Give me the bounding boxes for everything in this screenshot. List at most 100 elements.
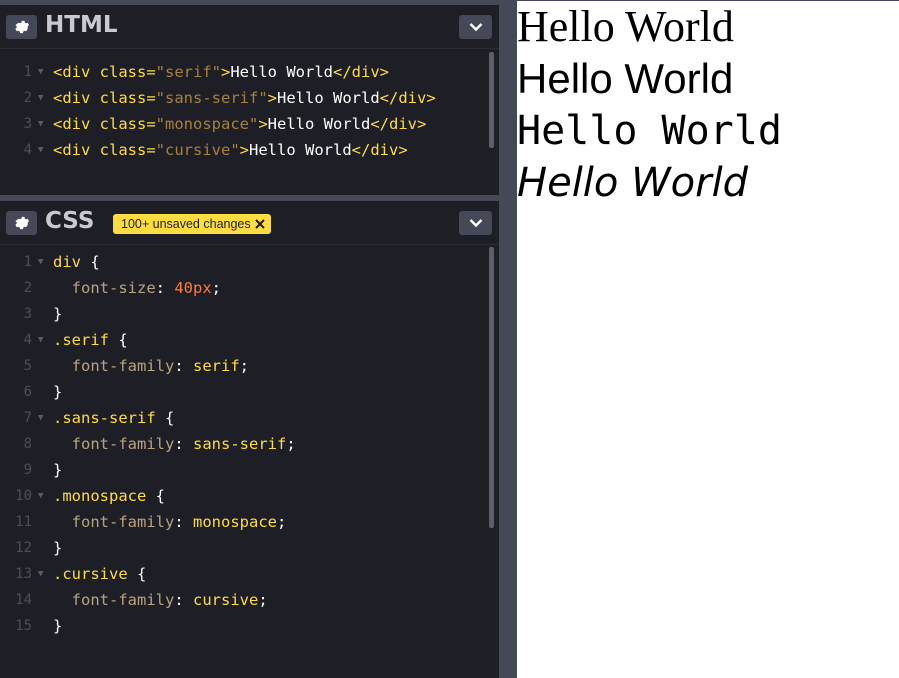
code-text: .cursive { [53, 561, 146, 587]
tag-open: <div [53, 89, 91, 107]
unsaved-changes-label: 100+ unsaved changes [121, 217, 251, 231]
fold-arrow-icon[interactable]: ▼ [38, 561, 43, 587]
css-value: cursive [193, 591, 259, 609]
html-panel-header: HTML [0, 5, 499, 49]
code-text: font-size: 40px; [71, 279, 222, 297]
attribute-value: "cursive" [155, 141, 240, 159]
line-number: 14 [15, 592, 32, 608]
code-text: .monospace { [53, 483, 165, 509]
code-line: 3} [0, 301, 485, 327]
line-number: 3 [23, 116, 32, 132]
code-text: font-family: serif; [71, 357, 250, 375]
css-collapse-button[interactable] [459, 211, 492, 235]
html-panel: HTML 1 ▼ <div class="serif">Hello World</d… [0, 5, 499, 195]
css-selector: .monospace [53, 487, 147, 505]
fold-arrow-icon[interactable]: ▼ [38, 59, 43, 85]
line-number: 3 [23, 306, 32, 322]
fold-arrow-icon[interactable]: ▼ [38, 483, 43, 509]
line-number: 13 [15, 566, 32, 582]
html-collapse-button[interactable] [459, 15, 492, 39]
line-number: 10 [15, 488, 32, 504]
tag-close: > [239, 141, 250, 159]
code-text: font-family: cursive; [71, 591, 268, 609]
attribute-value: "monospace" [155, 115, 259, 133]
tag-close: > [221, 63, 231, 81]
css-settings-button[interactable] [6, 211, 37, 235]
attribute-name: class= [99, 141, 156, 159]
tag-open: <div [53, 63, 91, 81]
line-number: 12 [15, 540, 32, 556]
tag-end: </div> [333, 63, 389, 81]
tag-close: > [267, 89, 277, 107]
code-line: 10 ▼ .monospace { [0, 483, 485, 509]
css-property: font-family [71, 591, 175, 609]
css-property: font-family [71, 357, 175, 375]
code-line: 7 ▼ .sans-serif { [0, 405, 485, 431]
line-number: 5 [23, 358, 32, 374]
fold-arrow-icon[interactable]: ▼ [38, 111, 43, 137]
line-number: 7 [23, 410, 32, 426]
html-scrollbar[interactable] [489, 52, 494, 148]
css-value: sans-serif [193, 435, 287, 453]
line-number: 1 [23, 254, 32, 270]
line-number: 9 [23, 462, 32, 478]
html-code-editor[interactable]: 1 ▼ <div class="serif">Hello World</div> 2 ▼… [0, 49, 499, 195]
code-line: 3 ▼ <div class="monospace">Hello World</di… [0, 111, 485, 137]
fold-arrow-icon[interactable]: ▼ [38, 249, 43, 275]
preview-monospace-line: Hello World [517, 108, 782, 154]
code-line: 13 ▼ .cursive { [0, 561, 485, 587]
chevron-down-icon [469, 219, 482, 228]
css-property: font-family [71, 435, 175, 453]
code-text: <div class="serif">Hello World</div> [53, 59, 389, 85]
css-property: font-size [71, 279, 156, 297]
code-text: } [53, 301, 62, 327]
code-text: .serif { [53, 327, 128, 353]
close-icon[interactable] [254, 219, 265, 229]
code-text: } [53, 379, 62, 405]
line-number: 4 [23, 142, 32, 158]
text-content: Hello World [277, 89, 380, 107]
code-text: font-family: sans-serif; [71, 435, 296, 453]
html-settings-button[interactable] [6, 15, 37, 39]
css-brace: } [53, 461, 63, 479]
css-brace: { [109, 331, 128, 349]
tag-end: </div> [351, 141, 408, 159]
css-brace: { [155, 409, 175, 427]
code-line: 1 ▼ div { [0, 249, 485, 275]
attribute-name: class= [99, 63, 156, 81]
preview-serif-line: Hello World [517, 2, 734, 51]
line-number: 2 [23, 280, 32, 296]
css-value: monospace [193, 513, 277, 531]
unsaved-changes-badge[interactable]: 100+ unsaved changes [113, 214, 271, 234]
tag-close: > [258, 115, 268, 133]
code-line: 5 font-family: serif; [0, 353, 485, 379]
css-brace: } [53, 305, 63, 323]
tag-open: <div [53, 115, 91, 133]
css-property: font-family [71, 513, 175, 531]
css-brace: } [53, 383, 63, 401]
editor-column: HTML 1 ▼ <div class="serif">Hello World</d… [0, 0, 517, 678]
code-line: 14 font-family: cursive; [0, 587, 485, 613]
css-selector: div [53, 253, 81, 271]
line-number: 11 [15, 514, 32, 530]
fold-arrow-icon[interactable]: ▼ [38, 137, 43, 163]
code-text: } [53, 457, 62, 483]
preview-sans-serif-line: Hello World [517, 55, 734, 102]
code-line: 1 ▼ <div class="serif">Hello World</div> [0, 59, 485, 85]
css-panel-title: CSS [45, 208, 95, 234]
css-scrollbar[interactable] [489, 247, 494, 528]
fold-arrow-icon[interactable]: ▼ [38, 327, 43, 353]
fold-arrow-icon[interactable]: ▼ [38, 85, 43, 111]
line-number: 1 [23, 64, 32, 80]
code-text: <div class="sans-serif">Hello World</div… [53, 85, 436, 111]
line-number: 6 [23, 384, 32, 400]
css-code-editor[interactable]: 1 ▼ div {2 font-size: 40px; 3} 4 ▼ .serif {5 f… [0, 245, 499, 678]
code-line: 4 ▼ .serif { [0, 327, 485, 353]
gear-icon [14, 20, 29, 34]
code-line: 9} [0, 457, 485, 483]
code-line: 6} [0, 379, 485, 405]
css-panel-header: CSS 100+ unsaved changes [0, 201, 499, 245]
code-text: .sans-serif { [53, 405, 174, 431]
code-text: <div class="cursive">Hello World</div> [53, 137, 408, 163]
fold-arrow-icon[interactable]: ▼ [38, 405, 43, 431]
